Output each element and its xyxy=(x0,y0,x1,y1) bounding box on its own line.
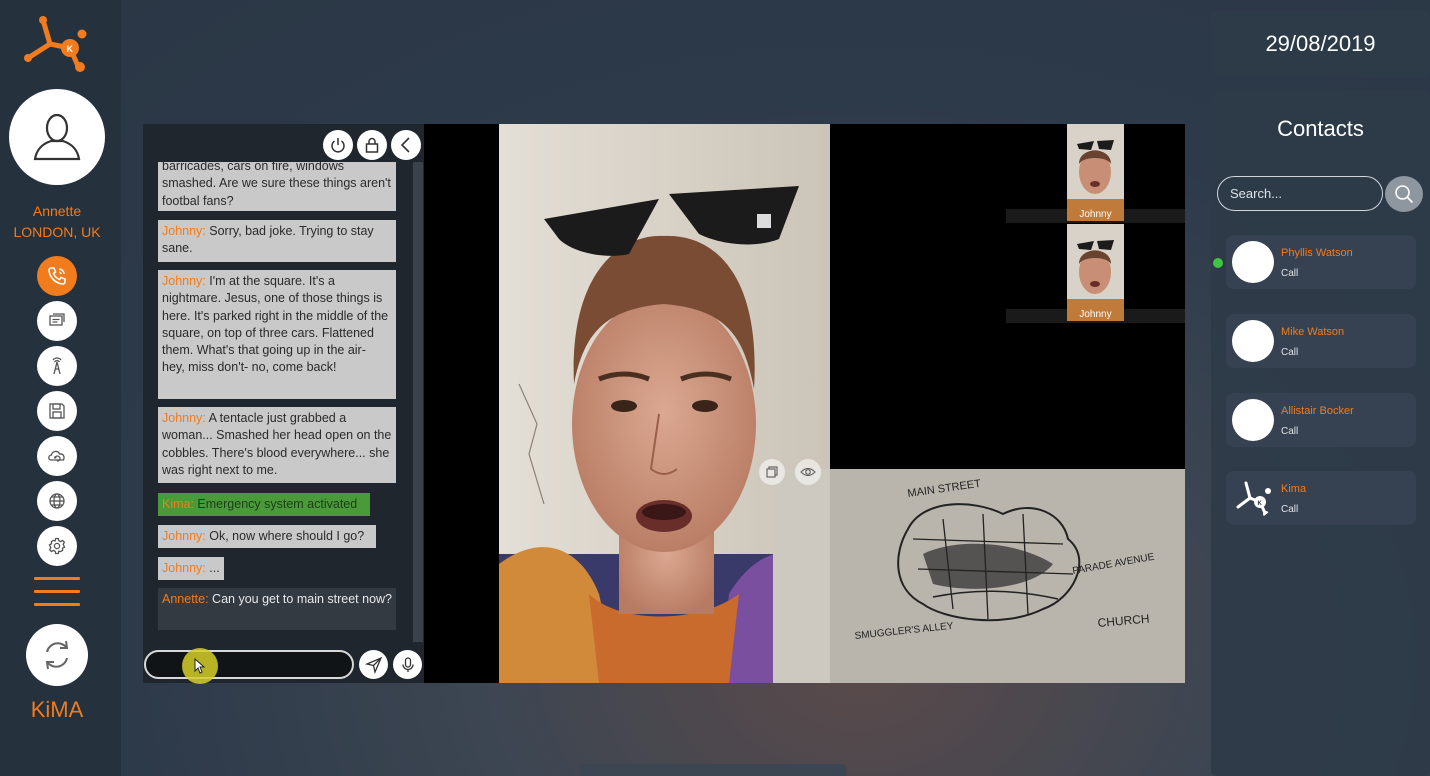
contact-item[interactable]: K Kima Call xyxy=(1226,471,1416,525)
participant-thumbnail[interactable]: Johnny xyxy=(1067,124,1124,221)
map-visibility-button[interactable] xyxy=(795,459,821,485)
chat-toolbar xyxy=(143,124,424,162)
chat-message-input[interactable] xyxy=(144,650,354,679)
floppy-disk-icon xyxy=(49,403,65,419)
user-name: Annette xyxy=(32,203,82,219)
nav-settings-button[interactable] xyxy=(37,526,77,566)
nav-cloud-button[interactable] xyxy=(37,436,77,476)
contacts-search-button[interactable] xyxy=(1385,176,1423,212)
send-icon xyxy=(364,656,382,674)
contact-avatar xyxy=(1232,320,1274,362)
participant-name: Johnny xyxy=(1079,309,1112,320)
eye-icon xyxy=(800,467,816,477)
participant-video-image xyxy=(1067,124,1124,221)
cloud-sync-icon xyxy=(48,450,65,462)
voice-record-button[interactable] xyxy=(393,650,422,679)
chat-message: Johnny: Ok, now where should I go? xyxy=(158,525,376,548)
chat-message: Johnny: I'm at the square. It's a nightm… xyxy=(158,270,396,399)
map-minimize-button[interactable] xyxy=(759,459,785,485)
nav-web-button[interactable] xyxy=(37,481,77,521)
kima-logo-icon: K xyxy=(1236,481,1271,517)
user-avatar[interactable] xyxy=(9,89,105,185)
participant-thumbnail[interactable]: Johnny xyxy=(1067,224,1124,321)
contacts-search-input[interactable] xyxy=(1217,176,1383,211)
chat-panel: barricades, cars on fire, windows smashe… xyxy=(143,124,424,684)
chevron-left-icon xyxy=(400,137,410,153)
nav-save-button[interactable] xyxy=(37,391,77,431)
contact-item[interactable]: Mike Watson Call xyxy=(1226,314,1416,368)
video-call-area: Johnny Johnny MAIN STREET PARADE AVENUE … xyxy=(424,124,1185,683)
hand-drawn-map: MAIN STREET PARADE AVENUE CHURCH SMUGGLE… xyxy=(773,469,1185,683)
lock-icon xyxy=(365,137,379,153)
chat-system-message: Kima: Emergency system activated xyxy=(158,493,370,516)
svg-text:K: K xyxy=(1258,501,1263,507)
power-button[interactable] xyxy=(323,130,353,160)
shared-map-image[interactable]: MAIN STREET PARADE AVENUE CHURCH SMUGGLE… xyxy=(773,469,1185,683)
contact-call-link[interactable]: Call xyxy=(1281,347,1298,358)
refresh-icon xyxy=(45,640,69,670)
microphone-icon xyxy=(401,656,414,672)
chat-message-list[interactable]: barricades, cars on fire, windows smashe… xyxy=(143,162,413,632)
chat-message: Johnny: Sorry, bad joke. Trying to stay … xyxy=(158,220,396,262)
nav-messages-button[interactable] xyxy=(37,301,77,341)
contact-avatar xyxy=(1232,399,1274,441)
kima-logo-icon: K xyxy=(24,16,87,72)
participant-name: Johnny xyxy=(1079,209,1112,220)
antenna-icon xyxy=(52,357,62,375)
cursor-arrow-icon xyxy=(194,657,206,674)
participant-video-image xyxy=(1067,224,1124,321)
contact-call-link[interactable]: Call xyxy=(1281,504,1298,515)
contact-name: Phyllis Watson xyxy=(1281,247,1353,259)
gear-icon xyxy=(48,537,66,555)
contact-avatar xyxy=(1232,241,1274,283)
chat-message: Johnny: A tentacle just grabbed a woman.… xyxy=(158,407,396,483)
lock-button[interactable] xyxy=(357,130,387,160)
chat-scrollbar[interactable] xyxy=(413,162,423,642)
contact-name: Allistair Bocker xyxy=(1281,405,1354,417)
contact-call-link[interactable]: Call xyxy=(1281,268,1298,279)
chat-message-typing: Johnny: ... xyxy=(158,557,224,580)
chat-message-own: Annette: Can you get to main street now? xyxy=(158,588,396,630)
brand-name: KiMA xyxy=(30,697,84,722)
globe-icon xyxy=(49,493,65,509)
nav-calls-button[interactable] xyxy=(37,256,77,296)
contacts-panel: Contacts Phyllis Watson Call Mike Watson… xyxy=(1211,90,1430,776)
send-button[interactable] xyxy=(359,650,388,679)
user-silhouette-icon xyxy=(33,113,81,161)
user-location: LONDON, UK xyxy=(13,224,101,240)
chat-icon xyxy=(49,313,65,326)
window-restore-icon xyxy=(766,466,778,478)
bottom-drawer-handle[interactable] xyxy=(580,764,846,776)
refresh-button[interactable] xyxy=(26,624,88,686)
contact-call-link[interactable]: Call xyxy=(1281,426,1298,437)
mouse-cursor-highlight xyxy=(182,648,218,684)
date-display: 29/08/2019 xyxy=(1211,11,1430,77)
contact-name: Mike Watson xyxy=(1281,326,1345,338)
menu-icon[interactable] xyxy=(34,577,80,609)
chat-message: barricades, cars on fire, windows smashe… xyxy=(158,162,396,211)
contacts-title: Contacts xyxy=(1277,116,1364,141)
svg-text:K: K xyxy=(67,44,74,54)
collapse-button[interactable] xyxy=(391,130,421,160)
contact-item[interactable]: Allistair Bocker Call xyxy=(1226,393,1416,447)
search-icon xyxy=(1395,185,1414,204)
contact-item[interactable]: Phyllis Watson Call xyxy=(1226,235,1416,289)
online-status-indicator xyxy=(1213,258,1223,268)
sidebar: K Annette LONDON, UK KiMA xyxy=(0,0,121,776)
phone-icon xyxy=(48,267,66,285)
power-icon xyxy=(331,138,345,153)
nav-broadcast-button[interactable] xyxy=(37,346,77,386)
contact-name: Kima xyxy=(1281,483,1307,495)
